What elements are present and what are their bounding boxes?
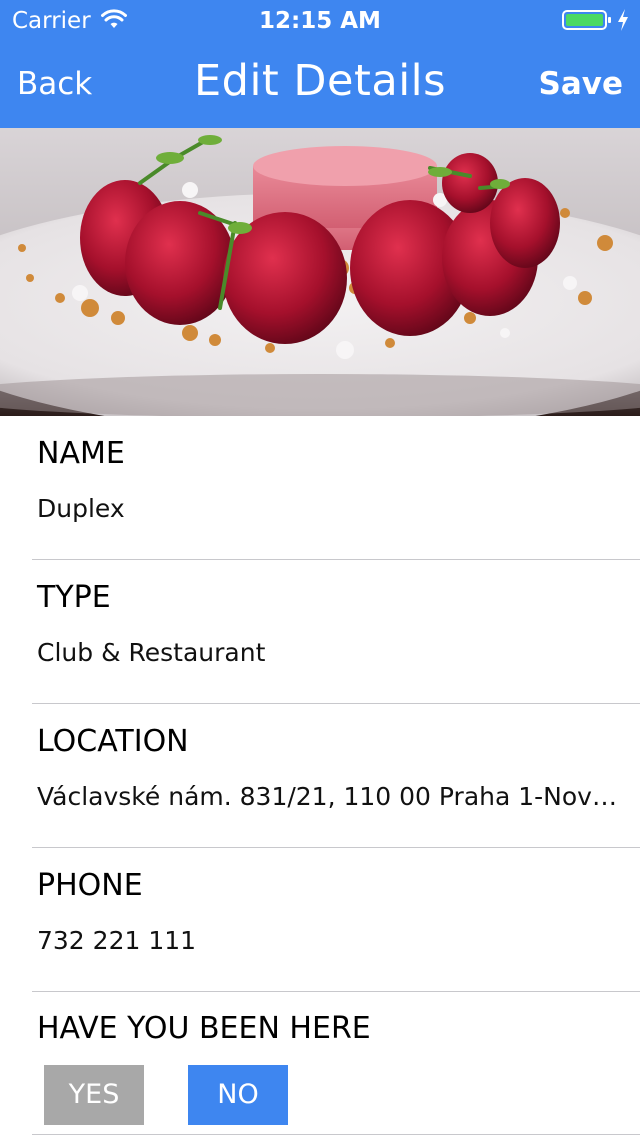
- type-label: TYPE: [37, 580, 111, 615]
- charging-bolt-icon: [618, 9, 628, 31]
- battery-icon: [562, 10, 611, 30]
- restaurant-photo[interactable]: [0, 128, 640, 416]
- field-divider: [32, 703, 640, 704]
- name-field: NAME Duplex: [32, 436, 640, 559]
- location-value[interactable]: Václavské nám. 831/21, 110 00 Praha 1-No…: [37, 782, 632, 812]
- phone-label: PHONE: [37, 868, 143, 903]
- name-label: NAME: [37, 436, 125, 471]
- phone-value[interactable]: 732 221 111: [37, 926, 632, 956]
- field-divider: [32, 991, 640, 992]
- save-button[interactable]: Save: [539, 64, 623, 104]
- field-divider: [32, 847, 640, 848]
- type-field: TYPE Club & Restaurant: [32, 580, 640, 703]
- visited-label: HAVE YOU BEEN HERE: [37, 1011, 371, 1046]
- location-field: LOCATION Václavské nám. 831/21, 110 00 P…: [32, 724, 640, 847]
- no-button[interactable]: NO: [188, 1065, 288, 1125]
- field-divider: [32, 559, 640, 560]
- status-time: 12:15 AM: [259, 8, 381, 34]
- navigation-bar: Back Edit Details Save: [0, 40, 640, 128]
- type-value[interactable]: Club & Restaurant: [37, 638, 632, 668]
- status-bar: Carrier 12:15 AM: [0, 0, 640, 40]
- visited-field: HAVE YOU BEEN HERE: [32, 1011, 640, 1061]
- name-value[interactable]: Duplex: [37, 494, 632, 524]
- food-photo-image: [0, 128, 640, 416]
- top-bar: Carrier 12:15 AM Back Edit Details Save: [0, 0, 640, 128]
- yes-button[interactable]: YES: [44, 1065, 144, 1125]
- phone-field: PHONE 732 221 111: [32, 868, 640, 991]
- location-label: LOCATION: [37, 724, 189, 759]
- field-divider: [32, 1134, 640, 1135]
